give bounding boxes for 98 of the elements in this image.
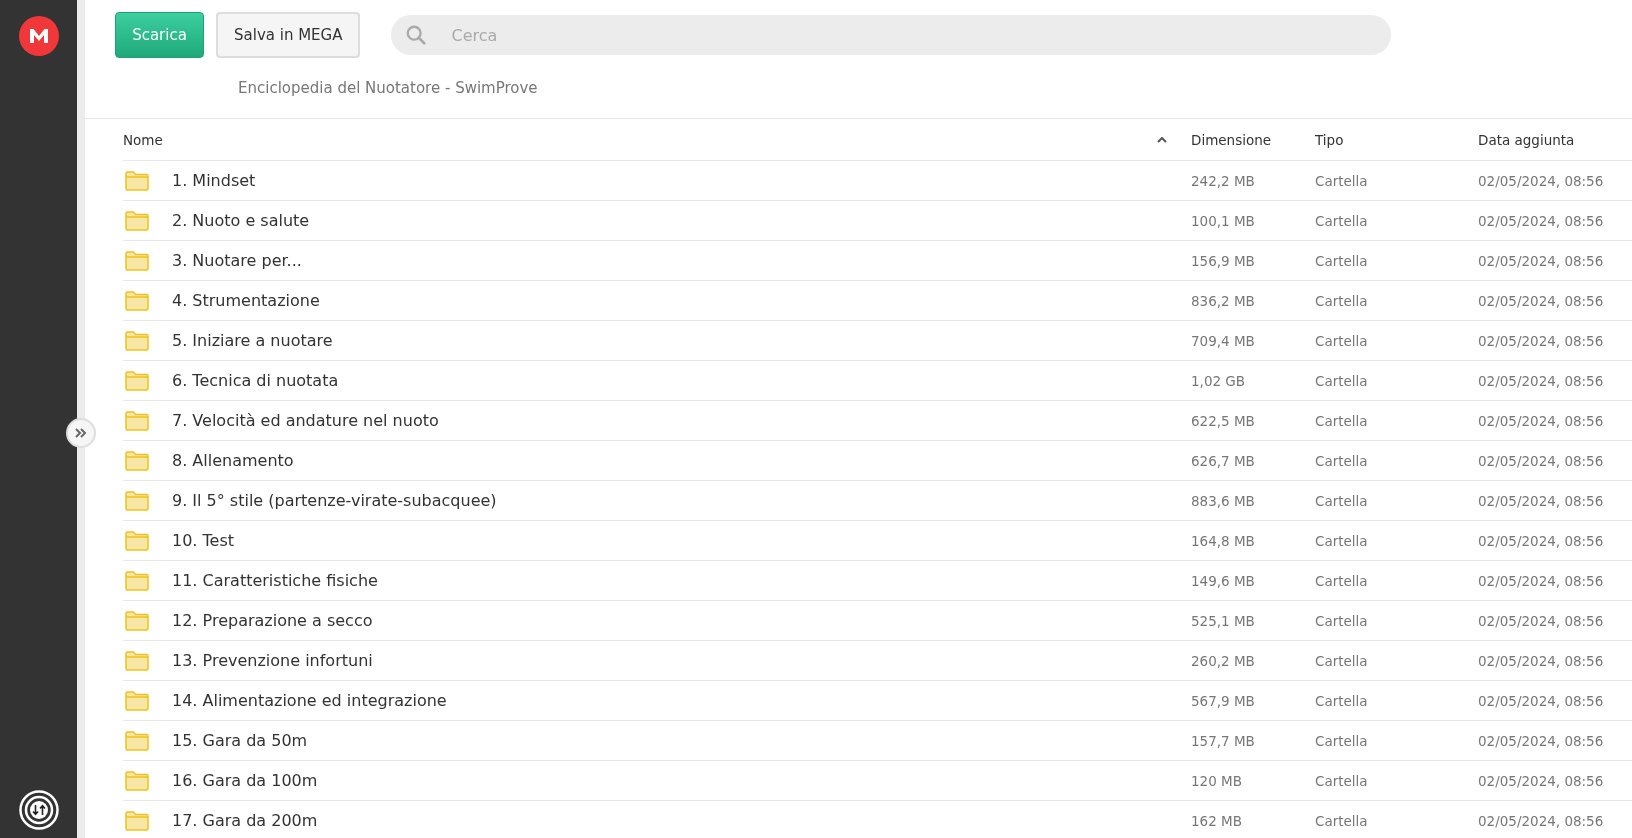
size-text: 260,2 MB bbox=[1191, 653, 1255, 669]
folder-icon bbox=[125, 450, 149, 471]
folder-name[interactable]: 6. Tecnica di nuotata bbox=[172, 371, 339, 390]
size-text: 149,6 MB bbox=[1191, 573, 1255, 589]
size-text: 164,8 MB bbox=[1191, 533, 1255, 549]
folder-icon bbox=[125, 570, 149, 591]
type-text: Cartella bbox=[1315, 493, 1368, 509]
column-header[interactable]: Data aggiunta bbox=[1478, 131, 1632, 148]
date-text: 02/05/2024, 08:56 bbox=[1478, 773, 1604, 789]
date-text: 02/05/2024, 08:56 bbox=[1478, 373, 1604, 389]
type-text: Cartella bbox=[1315, 333, 1368, 349]
column-header[interactable]: Nome bbox=[123, 131, 1191, 148]
type-text: Cartella bbox=[1315, 693, 1368, 709]
folder-icon bbox=[125, 490, 149, 511]
folder-icon bbox=[125, 210, 149, 231]
date-text: 02/05/2024, 08:56 bbox=[1478, 173, 1604, 189]
folder-icon bbox=[125, 290, 149, 311]
folder-name[interactable]: 2. Nuoto e salute bbox=[172, 211, 310, 230]
type-text: Cartella bbox=[1315, 213, 1368, 229]
size-text: 883,6 MB bbox=[1191, 493, 1255, 509]
folder-icon bbox=[125, 250, 149, 271]
type-text: Cartella bbox=[1315, 813, 1368, 829]
folder-icon bbox=[125, 650, 149, 671]
size-text: 120 MB bbox=[1191, 773, 1242, 789]
date-text: 02/05/2024, 08:56 bbox=[1478, 493, 1604, 509]
folder-name[interactable]: 16. Gara da 100m bbox=[172, 771, 318, 790]
size-text: 836,2 MB bbox=[1191, 293, 1255, 309]
date-text: 02/05/2024, 08:56 bbox=[1478, 813, 1604, 829]
folder-icon bbox=[125, 530, 149, 551]
type-text: Cartella bbox=[1315, 653, 1368, 669]
search-icon bbox=[405, 24, 428, 46]
size-text: 157,7 MB bbox=[1191, 733, 1255, 749]
date-text: 02/05/2024, 08:56 bbox=[1478, 653, 1604, 669]
chevrons-icon bbox=[74, 428, 88, 438]
search-field[interactable]: Cerca bbox=[391, 15, 1392, 55]
size-text: 1,02 GB bbox=[1191, 373, 1246, 389]
date-text: 02/05/2024, 08:56 bbox=[1478, 413, 1604, 429]
date-text: 02/05/2024, 08:56 bbox=[1478, 333, 1604, 349]
type-text: Cartella bbox=[1315, 173, 1368, 189]
sort-caret-icon[interactable] bbox=[1157, 136, 1167, 143]
column-header[interactable]: Tipo bbox=[1315, 131, 1478, 148]
folder-name[interactable]: 11. Caratteristiche fisiche bbox=[172, 571, 378, 590]
folder-name[interactable]: 17. Gara da 200m bbox=[172, 811, 318, 830]
logo-icon[interactable] bbox=[18, 16, 59, 56]
folder-name[interactable]: 14. Alimentazione ed integrazione bbox=[172, 691, 447, 710]
size-text: 156,9 MB bbox=[1191, 253, 1255, 269]
folder-name[interactable]: 1. Mindset bbox=[172, 171, 256, 190]
date-text: 02/05/2024, 08:56 bbox=[1478, 213, 1604, 229]
folder-icon bbox=[125, 410, 149, 431]
folder-name[interactable]: 8. Allenamento bbox=[172, 451, 294, 470]
folder-icon bbox=[125, 330, 149, 351]
type-text: Cartella bbox=[1315, 773, 1368, 789]
size-text: 626,7 MB bbox=[1191, 453, 1255, 469]
date-text: 02/05/2024, 08:56 bbox=[1478, 573, 1604, 589]
folder-name[interactable]: 3. Nuotare per... bbox=[172, 251, 302, 270]
folder-icon bbox=[125, 770, 149, 791]
type-text: Cartella bbox=[1315, 453, 1368, 469]
date-text: 02/05/2024, 08:56 bbox=[1478, 693, 1604, 709]
folder-icon bbox=[125, 370, 149, 391]
type-text: Cartella bbox=[1315, 613, 1368, 629]
size-text: 242,2 MB bbox=[1191, 173, 1255, 189]
date-text: 02/05/2024, 08:56 bbox=[1478, 453, 1604, 469]
size-text: 525,1 MB bbox=[1191, 613, 1255, 629]
type-text: Cartella bbox=[1315, 373, 1368, 389]
date-text: 02/05/2024, 08:56 bbox=[1478, 253, 1604, 269]
expand-sidebar-button[interactable] bbox=[66, 418, 96, 448]
column-header[interactable]: Dimensione bbox=[1191, 131, 1315, 148]
folder-icon bbox=[125, 690, 149, 711]
type-text: Cartella bbox=[1315, 733, 1368, 749]
folder-name[interactable]: 13. Prevenzione infortuni bbox=[172, 651, 373, 670]
date-text: 02/05/2024, 08:56 bbox=[1478, 733, 1604, 749]
folder-icon bbox=[125, 170, 149, 191]
folder-icon bbox=[125, 730, 149, 751]
date-text: 02/05/2024, 08:56 bbox=[1478, 533, 1604, 549]
save-button[interactable]: Salva in MEGA bbox=[216, 12, 361, 58]
folder-icon bbox=[125, 810, 149, 831]
type-text: Cartella bbox=[1315, 253, 1368, 269]
size-text: 162 MB bbox=[1191, 813, 1242, 829]
type-text: Cartella bbox=[1315, 573, 1368, 589]
date-text: 02/05/2024, 08:56 bbox=[1478, 293, 1604, 309]
folder-name[interactable]: 7. Velocità ed andature nel nuoto bbox=[172, 411, 439, 430]
folder-icon bbox=[125, 610, 149, 631]
transfer-icon[interactable] bbox=[18, 790, 59, 830]
type-text: Cartella bbox=[1315, 293, 1368, 309]
folder-name[interactable]: 10. Test bbox=[172, 531, 235, 550]
type-text: Cartella bbox=[1315, 533, 1368, 549]
size-text: 567,9 MB bbox=[1191, 693, 1255, 709]
size-text: 100,1 MB bbox=[1191, 213, 1255, 229]
size-text: 622,5 MB bbox=[1191, 413, 1255, 429]
size-text: 709,4 MB bbox=[1191, 333, 1255, 349]
folder-name[interactable]: 15. Gara da 50m bbox=[172, 731, 308, 750]
folder-name[interactable]: 12. Preparazione a secco bbox=[172, 611, 373, 630]
folder-name[interactable]: 9. Il 5° stile (partenze-virate-subacquee) bbox=[172, 491, 497, 510]
folder-name[interactable]: 5. Iniziare a nuotare bbox=[172, 331, 333, 350]
folder-name[interactable]: 4. Strumentazione bbox=[172, 291, 320, 310]
date-text: 02/05/2024, 08:56 bbox=[1478, 613, 1604, 629]
type-text: Cartella bbox=[1315, 413, 1368, 429]
folder-title: Enciclopedia del Nuotatore - SwimProve bbox=[238, 79, 538, 97]
